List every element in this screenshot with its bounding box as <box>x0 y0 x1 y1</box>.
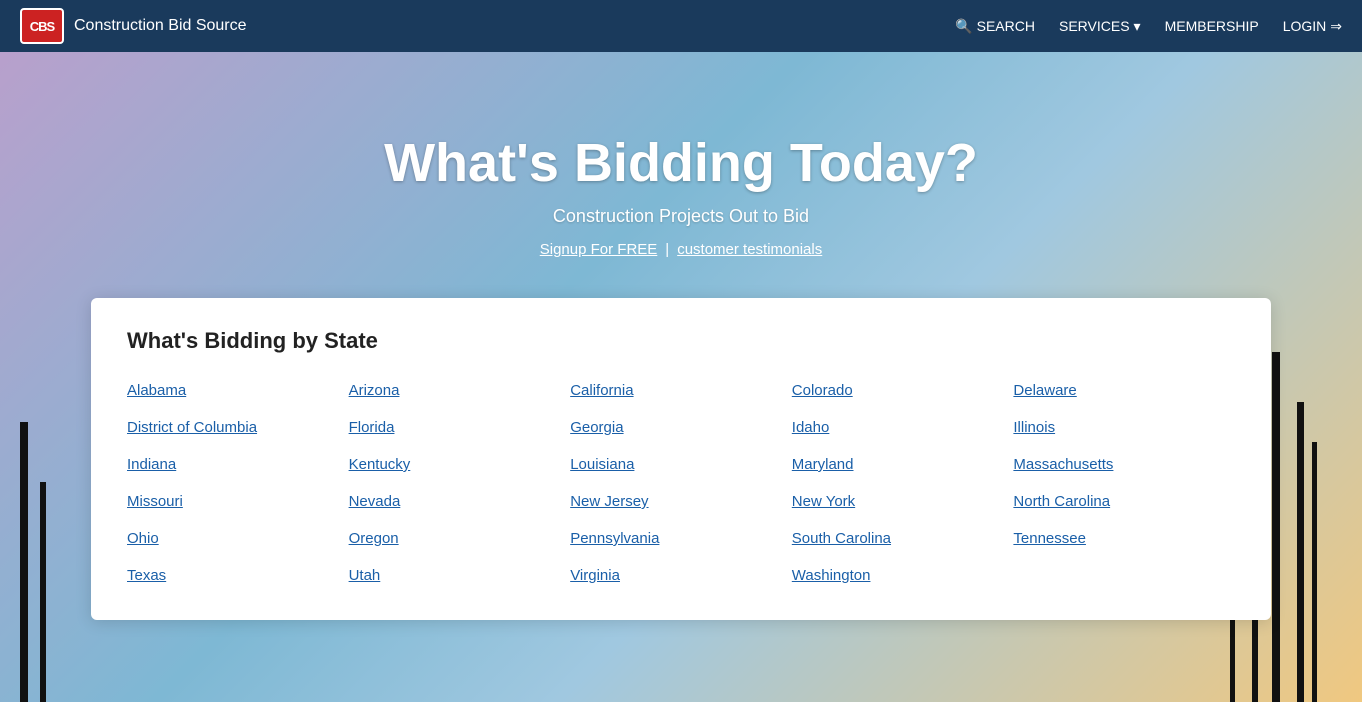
states-card: What's Bidding by State AlabamaArizonaCa… <box>91 298 1271 620</box>
state-link[interactable]: Colorado <box>792 382 1014 399</box>
hero-divider: | <box>665 241 669 258</box>
state-link[interactable]: Idaho <box>792 419 1014 436</box>
state-link[interactable]: District of Columbia <box>127 419 349 436</box>
state-link[interactable]: Florida <box>349 419 571 436</box>
state-link[interactable]: Washington <box>792 567 1014 584</box>
state-link[interactable]: Utah <box>349 567 571 584</box>
search-link[interactable]: 🔍 SEARCH <box>955 18 1035 35</box>
state-link[interactable]: Tennessee <box>1013 530 1235 547</box>
state-link[interactable]: California <box>570 382 792 399</box>
hero-title: What's Bidding Today? <box>384 132 978 194</box>
state-link[interactable]: Texas <box>127 567 349 584</box>
state-link[interactable]: South Carolina <box>792 530 1014 547</box>
state-link[interactable]: Oregon <box>349 530 571 547</box>
hero-links: Signup For FREE | customer testimonials <box>384 241 978 258</box>
state-link[interactable]: Nevada <box>349 493 571 510</box>
login-arrow-icon: ⇒ <box>1330 18 1342 35</box>
card-title: What's Bidding by State <box>127 328 1235 354</box>
state-link[interactable] <box>1013 567 1235 584</box>
hero-subtitle: Construction Projects Out to Bid <box>384 206 978 227</box>
nav-links: 🔍 SEARCH SERVICES ▾ MEMBERSHIP LOGIN ⇒ <box>955 18 1342 35</box>
state-link[interactable]: Pennsylvania <box>570 530 792 547</box>
hero-content: What's Bidding Today? Construction Proje… <box>384 52 978 258</box>
services-link[interactable]: SERVICES ▾ <box>1059 18 1141 35</box>
navbar: CBS Construction Bid Source 🔍 SEARCH SER… <box>0 0 1362 52</box>
state-link[interactable]: Kentucky <box>349 456 571 473</box>
state-link[interactable]: Delaware <box>1013 382 1235 399</box>
state-link[interactable]: Arizona <box>349 382 571 399</box>
state-link[interactable]: Indiana <box>127 456 349 473</box>
site-name: Construction Bid Source <box>74 17 247 35</box>
membership-link[interactable]: MEMBERSHIP <box>1165 18 1259 34</box>
testimonials-link[interactable]: customer testimonials <box>677 241 822 258</box>
state-link[interactable]: Alabama <box>127 382 349 399</box>
state-link[interactable]: Georgia <box>570 419 792 436</box>
card-container: What's Bidding by State AlabamaArizonaCa… <box>91 298 1271 620</box>
state-link[interactable]: Missouri <box>127 493 349 510</box>
crane-left-icon <box>0 402 80 702</box>
signup-link[interactable]: Signup For FREE <box>540 241 658 258</box>
state-link[interactable]: North Carolina <box>1013 493 1235 510</box>
nav-logo[interactable]: CBS Construction Bid Source <box>20 8 247 44</box>
search-icon: 🔍 <box>955 18 972 35</box>
state-link[interactable]: Maryland <box>792 456 1014 473</box>
hero-section: What's Bidding Today? Construction Proje… <box>0 52 1362 702</box>
state-link[interactable]: Illinois <box>1013 419 1235 436</box>
state-link[interactable]: New Jersey <box>570 493 792 510</box>
login-link[interactable]: LOGIN ⇒ <box>1283 18 1342 35</box>
state-link[interactable]: Massachusetts <box>1013 456 1235 473</box>
logo-icon: CBS <box>20 8 64 44</box>
state-link[interactable]: Ohio <box>127 530 349 547</box>
state-link[interactable]: Louisiana <box>570 456 792 473</box>
state-link[interactable]: New York <box>792 493 1014 510</box>
chevron-down-icon: ▾ <box>1134 18 1141 35</box>
state-link[interactable]: Virginia <box>570 567 792 584</box>
state-grid: AlabamaArizonaCaliforniaColoradoDelaware… <box>127 382 1235 584</box>
